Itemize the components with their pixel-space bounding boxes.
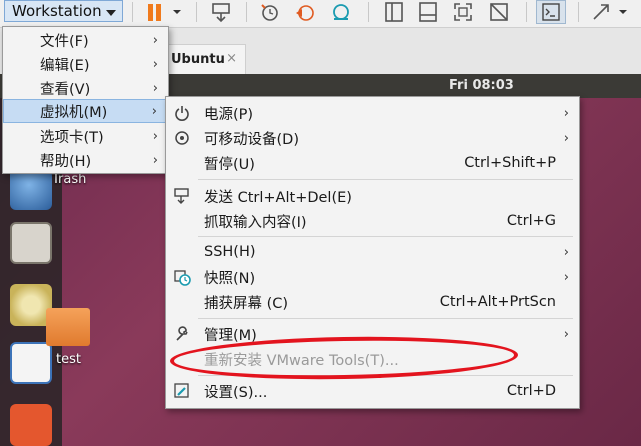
menu-item-grab-input[interactable]: 抓取输入内容(I) Ctrl+G bbox=[166, 209, 579, 233]
chevron-right-icon: › bbox=[563, 244, 569, 260]
toolbar-separator bbox=[196, 2, 197, 22]
snapshot-icon bbox=[173, 268, 191, 286]
menu-separator bbox=[198, 236, 573, 237]
stretch-dropdown-icon[interactable] bbox=[616, 0, 630, 24]
menu-item-shortcut: Ctrl+Alt+PrtScn bbox=[439, 294, 556, 310]
menu-item-label: 捕获屏幕 (C) bbox=[204, 295, 289, 312]
menu-item-view[interactable]: 查看(V) › bbox=[3, 76, 168, 100]
menu-item-removable-devices[interactable]: 可移动设备(D) › bbox=[166, 126, 579, 150]
thunderbird-icon[interactable] bbox=[10, 168, 52, 210]
pause-dropdown-icon[interactable] bbox=[170, 0, 184, 24]
workstation-label: Workstation bbox=[12, 2, 102, 20]
files-icon[interactable] bbox=[10, 222, 52, 264]
chevron-right-icon: › bbox=[563, 105, 569, 121]
software-center-icon[interactable] bbox=[10, 404, 52, 446]
chevron-right-icon: › bbox=[152, 128, 158, 144]
menu-item-shortcut: Ctrl+D bbox=[506, 383, 556, 399]
menu-item-label: 电源(P) bbox=[204, 106, 254, 123]
menu-item-label: 帮助(H) bbox=[40, 153, 92, 170]
test-folder-label[interactable]: test bbox=[56, 352, 81, 367]
menu-item-shortcut: Ctrl+Shift+P bbox=[464, 155, 556, 171]
toolbar-separator bbox=[246, 2, 247, 22]
menu-item-label: 查看(V) bbox=[40, 81, 91, 98]
workstation-menu-button[interactable]: Workstation bbox=[4, 0, 123, 22]
menu-item-label: 虚拟机(M) bbox=[40, 104, 108, 121]
chevron-down-icon bbox=[106, 10, 116, 16]
menu-item-shortcut: Ctrl+G bbox=[506, 213, 556, 229]
menu-separator bbox=[198, 179, 573, 180]
full-screen-icon[interactable] bbox=[448, 0, 478, 24]
tab-ubuntu-label: Ubuntu bbox=[171, 52, 225, 67]
console-view-icon[interactable] bbox=[536, 0, 566, 24]
snapshot-icon[interactable] bbox=[255, 0, 285, 24]
menu-item-ssh[interactable]: SSH(H) › bbox=[166, 240, 579, 264]
menu-item-power[interactable]: 电源(P) › bbox=[166, 101, 579, 125]
menu-separator bbox=[198, 318, 573, 319]
chevron-right-icon: › bbox=[563, 130, 569, 146]
chevron-right-icon: › bbox=[563, 269, 569, 285]
guest-clock[interactable]: Fri 08:03 bbox=[449, 78, 514, 93]
trash-label[interactable]: Trash bbox=[52, 172, 86, 187]
toolbar-separator bbox=[368, 2, 369, 22]
tab-ubuntu[interactable]: Ubuntu × bbox=[160, 44, 246, 74]
host-toolbar: Workstation bbox=[0, 0, 641, 28]
disc-icon bbox=[173, 129, 191, 147]
thumbnail-bar-icon[interactable] bbox=[414, 0, 442, 24]
menu-item-label: 发送 Ctrl+Alt+Del(E) bbox=[204, 189, 352, 206]
libreoffice-impress-icon[interactable] bbox=[10, 342, 52, 384]
toolbar-separator bbox=[526, 2, 527, 22]
toolbar-separator bbox=[578, 2, 579, 22]
unity-icon[interactable] bbox=[484, 0, 514, 24]
menu-item-label: 快照(N) bbox=[204, 270, 256, 287]
menu-item-label: 抓取输入内容(I) bbox=[204, 214, 307, 231]
pause-icon[interactable] bbox=[140, 0, 170, 24]
menu-item-label: 选项卡(T) bbox=[40, 129, 104, 146]
chevron-right-icon: › bbox=[152, 32, 158, 48]
revert-snapshot-icon[interactable] bbox=[290, 0, 320, 24]
menu-item-send-ctrl-alt-del[interactable]: 发送 Ctrl+Alt+Del(E) bbox=[166, 184, 579, 208]
menu-item-label: 可移动设备(D) bbox=[204, 131, 299, 148]
chevron-right-icon: › bbox=[151, 103, 157, 119]
menu-item-label: SSH(H) bbox=[204, 244, 256, 260]
chevron-right-icon: › bbox=[152, 152, 158, 168]
chevron-right-icon: › bbox=[563, 326, 569, 342]
menu-item-capture-screen[interactable]: 捕获屏幕 (C) Ctrl+Alt+PrtScn bbox=[166, 290, 579, 314]
close-icon[interactable]: × bbox=[226, 51, 237, 66]
menu-item-tabs[interactable]: 选项卡(T) › bbox=[3, 124, 168, 148]
show-library-icon[interactable] bbox=[380, 0, 408, 24]
menu-item-settings[interactable]: 设置(S)... Ctrl+D bbox=[166, 379, 579, 403]
menu-item-file[interactable]: 文件(F) › bbox=[3, 28, 168, 52]
menu-item-snapshot[interactable]: 快照(N) › bbox=[166, 265, 579, 289]
menu-item-pause[interactable]: 暂停(U) Ctrl+Shift+P bbox=[166, 151, 579, 175]
menu-item-label: 暂停(U) bbox=[204, 156, 255, 173]
chevron-right-icon: › bbox=[152, 56, 158, 72]
menu-item-edit[interactable]: 编辑(E) › bbox=[3, 52, 168, 76]
snapshot-manager-icon[interactable] bbox=[326, 0, 356, 24]
toolbar-separator bbox=[132, 2, 133, 22]
stretch-guest-icon[interactable] bbox=[586, 0, 616, 24]
menu-item-help[interactable]: 帮助(H) › bbox=[3, 148, 168, 172]
wrench-icon bbox=[173, 325, 191, 343]
power-icon bbox=[173, 104, 191, 122]
menu-item-label: 设置(S)... bbox=[204, 384, 268, 401]
menu-item-vm[interactable]: 虚拟机(M) › bbox=[3, 99, 168, 123]
menu-item-label: 编辑(E) bbox=[40, 57, 90, 74]
settings-icon bbox=[173, 382, 191, 400]
chevron-right-icon: › bbox=[152, 80, 158, 96]
send-ctrl-alt-del-icon[interactable] bbox=[206, 0, 236, 24]
folder-icon[interactable] bbox=[46, 308, 90, 346]
menu-item-label: 文件(F) bbox=[40, 33, 89, 50]
send-ctrl-alt-del-icon bbox=[173, 187, 191, 205]
workstation-menu: 文件(F) › 编辑(E) › 查看(V) › 虚拟机(M) › 选项卡(T) … bbox=[2, 26, 169, 174]
